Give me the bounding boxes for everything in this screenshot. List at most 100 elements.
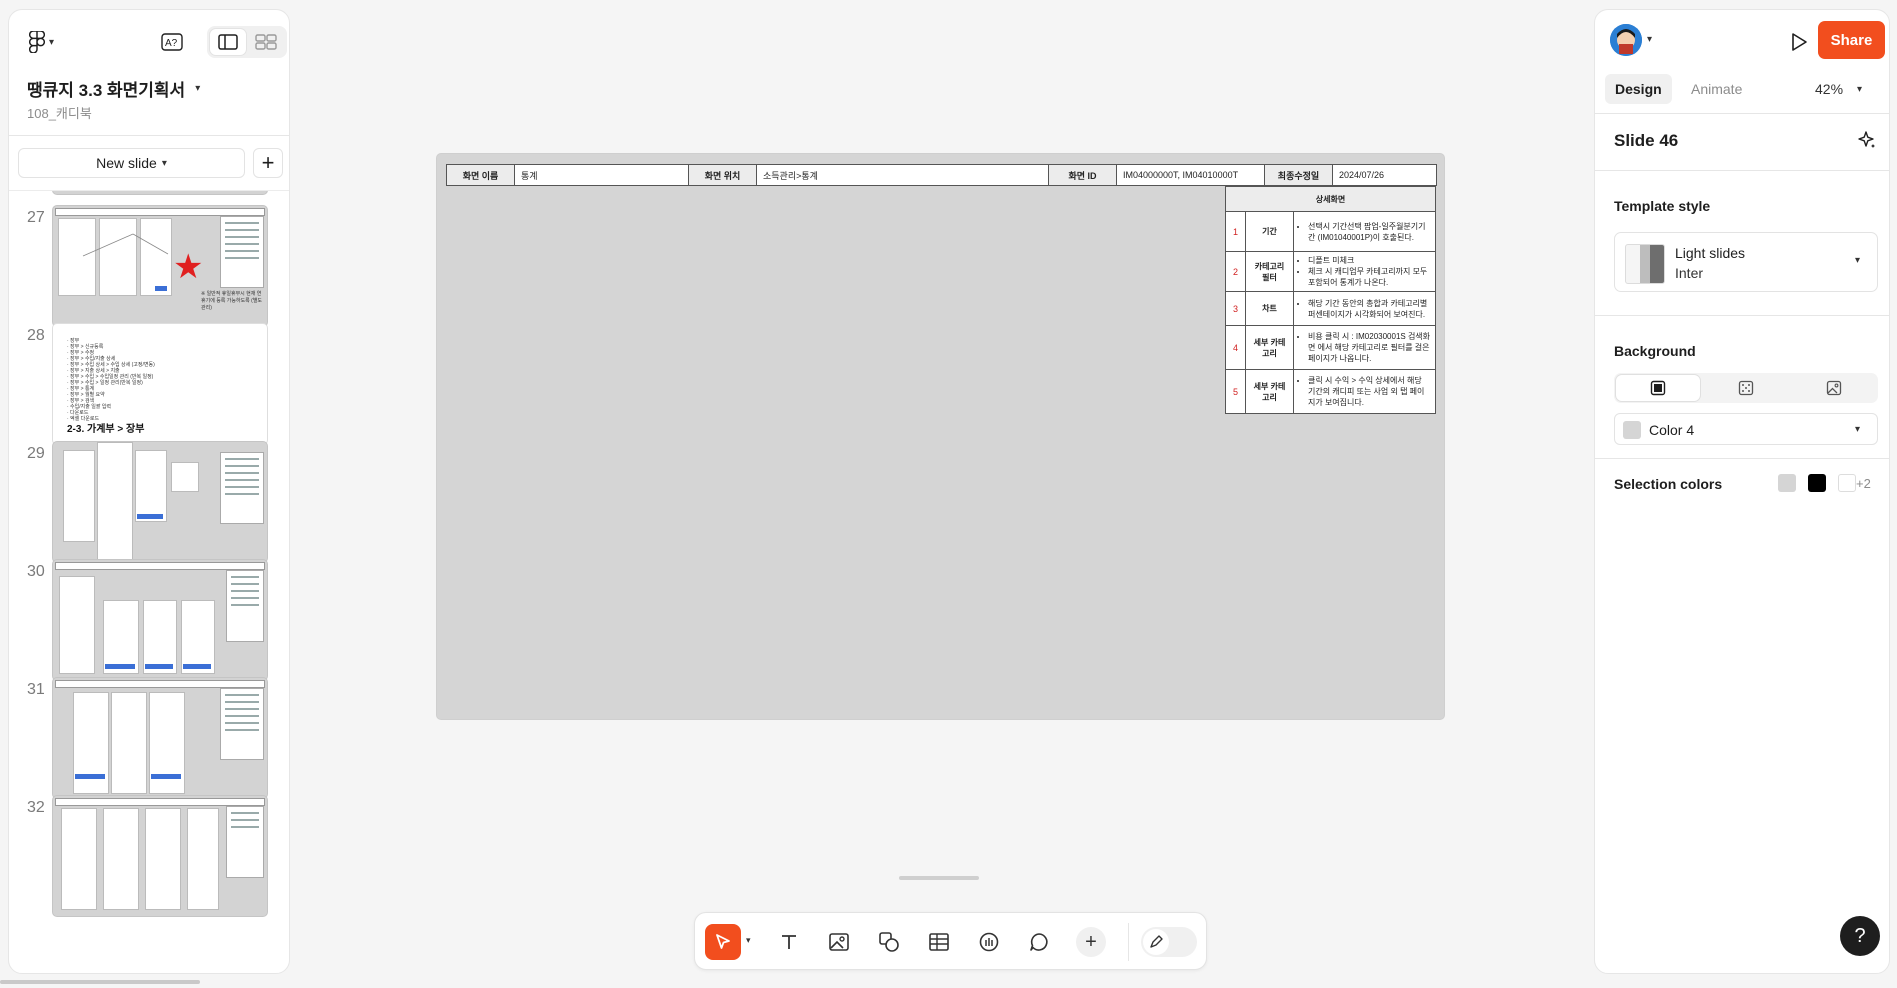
gradient-fill-icon [1738,380,1754,396]
single-view-button[interactable] [210,29,246,55]
main-menu-button[interactable]: ▾ [29,30,73,54]
solid-fill-icon [1650,380,1666,396]
tab-design[interactable]: Design [1605,74,1672,104]
screen-info-header: 화면 이름 통계 화면 위치 소득관리>통계 화면 ID IM04000000T… [446,164,1437,186]
table-tool-button[interactable] [921,924,957,960]
selection-color-swatch[interactable] [1838,474,1856,492]
properties-panel: ▾ Share Design Animate 42% ▾ Slide 46 Te… [1594,9,1890,974]
detail-name: 세부 카테고리 [1245,369,1294,414]
play-icon [1792,33,1807,51]
file-title[interactable]: 땡큐지 3.3 화면기획서 ▾ [27,76,200,101]
image-tool-button[interactable] [821,924,857,960]
sidebar-layout-icon [218,34,238,50]
slide-item-26[interactable] [9,191,289,201]
chevron-down-icon: ▾ [1857,83,1863,95]
selection-colors-label: Selection colors [1614,476,1723,492]
chevron-down-icon: ▾ [49,36,55,48]
star-icon: ★ [173,248,204,286]
chevron-down-icon[interactable]: ▾ [1647,34,1652,45]
detail-desc: 디폴트 미체크체크 시 캐디업무 카테고리까지 모두 포함되어 통계가 나온다. [1293,251,1436,292]
detail-desc: 해당 기간 동안의 총합과 카테고리별 퍼센테이지가 시각화되어 보여진다. [1293,291,1436,326]
hand-stamp-icon [979,932,999,952]
help-button[interactable]: ? [1840,916,1880,956]
screen-id-label: 화면 ID [1048,164,1117,186]
cursor-tool-button[interactable] [705,924,741,960]
dev-mode-toggle[interactable] [1141,927,1197,957]
slide-item-27[interactable]: 27 ★ ※ 일반적 휴일휴무시 현재 연휴기에 등록 가능하도록 (별도 관리… [9,205,289,333]
avatar-image [1610,24,1642,56]
last-modified-value: 2024/07/26 [1332,164,1437,186]
comment-tool-button[interactable] [1021,924,1057,960]
chevron-down-icon: ▾ [195,83,201,94]
template-name: Light slides [1675,245,1746,261]
new-slide-button[interactable]: New slide ▾ [18,148,245,178]
background-color-select[interactable]: Color 4 ▾ [1614,413,1878,445]
slide-item-30[interactable]: 30 [9,559,289,687]
detail-number: 3 [1225,291,1246,326]
detail-table: 상세화면 1 기간 선택시 기간선택 팝업-일주월분기기간 (IM0104000… [1225,186,1436,414]
background-gradient-tab[interactable] [1704,375,1788,401]
slide-name: Slide 46 [1614,131,1679,150]
slide-number: 32 [27,799,45,816]
slide-list[interactable]: 27 ★ ※ 일반적 휴일휴무시 현재 연휴기에 등록 가능하도록 (별도 관리… [9,190,289,973]
slide-thumbnail [52,441,268,563]
background-image-tab[interactable] [1792,375,1876,401]
ai-sparkle-button[interactable] [1857,130,1877,155]
file-title-text: 땡큐지 3.3 화면기획서 [27,81,186,100]
cursor-options-chevron-icon[interactable]: ▾ [746,935,751,946]
horizontal-scrollbar[interactable] [0,980,200,984]
bottom-toolbar: ▾ + [694,912,1207,970]
shape-tool-button[interactable] [871,924,907,960]
grid-view-button[interactable] [248,29,284,55]
tab-animate[interactable]: Animate [1681,74,1752,104]
slide-item-31[interactable]: 31 [9,677,289,805]
slide-canvas[interactable]: 화면 이름 통계 화면 위치 소득관리>통계 화면 ID IM04000000T… [436,153,1445,720]
plus-icon: + [1085,931,1097,953]
zoom-value: 42% [1815,81,1844,97]
screen-location-value: 소득관리>통계 [756,164,1049,186]
thumbnail-title: 2-3. 가계부 > 장부 [67,424,145,435]
slide-thumbnail [52,677,268,799]
canvas-scrollbar[interactable] [899,876,979,880]
avatar[interactable] [1610,24,1642,56]
slide-item-29[interactable]: 29 [9,441,289,569]
slides-panel: ▾ A? 땡큐지 3.3 화면기획서 ▾ 108_캐디북 New slide ▾… [8,9,290,974]
chevron-down-icon: ▾ [161,157,167,169]
svg-text:A?: A? [165,38,178,49]
cursor-icon [716,934,730,949]
zoom-dropdown[interactable]: 42% ▾ [1815,74,1862,104]
slide-number: 27 [27,209,45,226]
background-color-name: Color 4 [1649,422,1695,438]
last-modified-label: 최종수정일 [1264,164,1333,186]
present-button[interactable] [1785,28,1813,56]
text-tool-button[interactable] [771,924,807,960]
detail-name: 세부 카테고리 [1245,325,1294,370]
background-label: Background [1614,343,1696,359]
slide-thumbnail [52,191,268,195]
selection-color-swatch[interactable] [1808,474,1826,492]
slide-item-32[interactable]: 32 [9,795,289,923]
detail-name: 카테고리 필터 [1245,251,1294,292]
background-solid-tab[interactable] [1616,375,1700,401]
new-slide-row: New slide ▾ + [18,148,283,178]
template-swatch [1625,244,1665,284]
thumbnail-text: · 장부 · 장부 > 신규등록 · 장부 > 수정 · 장부 > 수입/지출 … [67,338,155,422]
image-fill-icon [1826,380,1842,396]
share-button[interactable]: Share [1818,21,1885,59]
detail-row: 1 기간 선택시 기간선택 팝업-일주월분기기간 (IM01040001P)이 … [1225,211,1436,252]
ai-text-button[interactable]: A? [159,30,185,54]
slide-caption: ※ 일반적 휴일휴무시 현재 연휴기에 등록 가능하도록 (별도 관리) [201,291,263,311]
slide-thumbnail: ★ ※ 일반적 휴일휴무시 현재 연휴기에 등록 가능하도록 (별도 관리) [52,205,268,327]
add-slide-button[interactable]: + [253,148,283,178]
detail-row: 5 세부 카테고리 클릭 시 수익 > 수익 상세에서 해당 기간의 캐디피 또… [1225,369,1436,414]
selection-color-swatch[interactable] [1778,474,1796,492]
selection-colors-more[interactable]: +2 [1856,476,1871,491]
slide-item-28[interactable]: 28 · 장부 · 장부 > 신규등록 · 장부 > 수정 · 장부 > 수입/… [9,323,289,451]
file-subtitle: 108_캐디북 [27,106,92,121]
stamp-tool-button[interactable] [971,924,1007,960]
template-style-select[interactable]: Light slides Inter ▾ [1614,232,1878,292]
more-tools-button[interactable]: + [1076,927,1106,957]
text-icon [782,935,796,949]
slide-number: 31 [27,681,45,698]
template-style-label: Template style [1614,198,1711,214]
